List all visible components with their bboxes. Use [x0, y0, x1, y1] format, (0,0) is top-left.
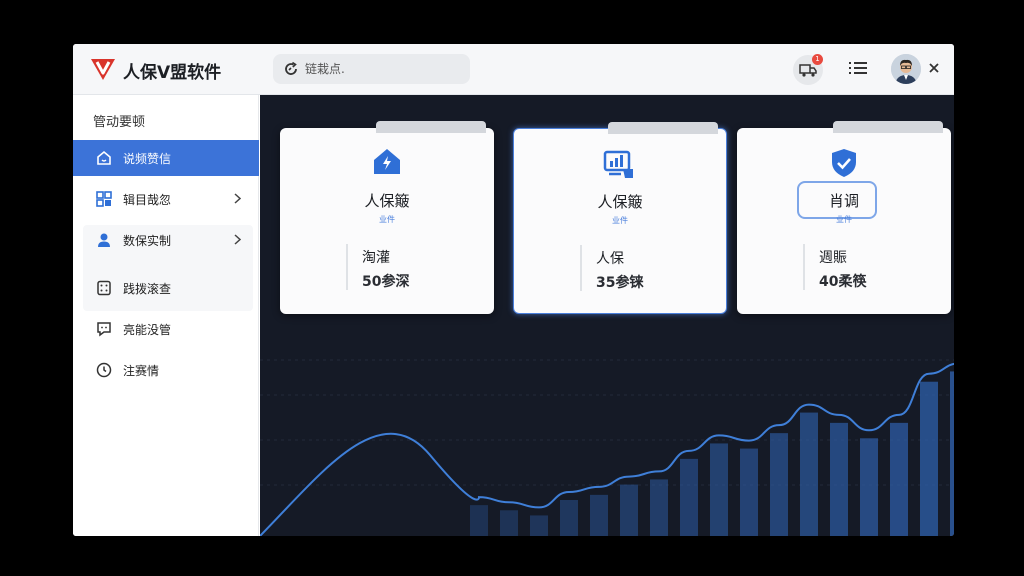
card-label: 淘灌	[362, 250, 390, 266]
card-subtitle: 业件	[836, 215, 852, 224]
user-avatar[interactable]	[891, 54, 921, 84]
sidebar-item-5[interactable]: 注赛情	[73, 352, 259, 388]
sidebar-item-2[interactable]: 数保实制	[73, 222, 259, 258]
card-divider	[580, 245, 582, 291]
sidebar: 管动要顿 说频赞信 辑目哉忽 数保实制 践拨滚查 亮能没管 注赛情	[73, 95, 259, 536]
sidebar-item-label: 践拨滚查	[123, 281, 172, 296]
chart-bar	[620, 484, 638, 536]
home-icon	[95, 149, 113, 167]
top-bar: 人保V盟软件 1	[73, 44, 954, 95]
chart-bar	[680, 458, 698, 536]
sidebar-item-0[interactable]: 说频赞信	[73, 140, 259, 176]
summary-card-0[interactable]: 人保簸 业件 淘灌 50参深	[280, 121, 494, 314]
card-tab	[833, 121, 943, 133]
sidebar-item-3[interactable]: 践拨滚查	[73, 270, 259, 306]
chart-bar	[740, 448, 758, 536]
list-menu-icon[interactable]	[849, 61, 867, 75]
chart-bar	[710, 443, 728, 536]
avatar-person-icon	[891, 54, 921, 84]
card-subtitle: 业件	[612, 216, 628, 225]
chart-bar	[860, 438, 878, 536]
chart-bar	[920, 381, 938, 536]
grid-icon	[95, 190, 113, 208]
sidebar-item-label: 注赛情	[123, 363, 160, 378]
sidebar-item-label: 数保实制	[123, 233, 172, 248]
refresh-search-icon	[285, 61, 297, 75]
chart-bar	[770, 433, 788, 536]
calculator-icon	[95, 279, 113, 297]
close-icon[interactable]	[929, 63, 939, 73]
notification-badge: 1	[812, 54, 823, 65]
search-bar[interactable]	[273, 54, 470, 84]
chart-bar	[830, 422, 848, 536]
card-title: 肖调	[828, 192, 859, 210]
sidebar-item-label: 亮能没管	[123, 322, 172, 337]
app-title: 人保V盟软件	[123, 63, 222, 83]
card-label: 週賑	[819, 250, 847, 266]
card-tab	[376, 121, 486, 133]
card-divider	[346, 244, 348, 290]
card-value: 35参铼	[596, 275, 644, 291]
notification-button[interactable]: 1	[793, 54, 823, 85]
chart-bar	[950, 371, 954, 536]
summary-card-1[interactable]: 人保簸 业件 人保 35参铼	[513, 122, 727, 314]
sidebar-item-label: 说频赞信	[123, 151, 172, 166]
chart-bar	[650, 479, 668, 536]
main-dashboard: 人保簸 业件 淘灌 50参深 人保簸 业件 人保 35参铼 肖调 业件 週賑 4…	[260, 95, 954, 536]
chat-icon	[95, 320, 113, 338]
chevron-right-icon	[234, 193, 241, 204]
chart-bar	[500, 510, 518, 536]
sidebar-item-label: 辑目哉忽	[123, 192, 172, 207]
summary-card-2[interactable]: 肖调 业件 週賑 40柔筷	[737, 121, 951, 314]
chart-bar	[800, 412, 818, 536]
search-input[interactable]	[305, 54, 465, 84]
chart-bar	[530, 515, 548, 536]
brand-logo-icon	[91, 59, 115, 80]
card-label: 人保	[596, 251, 624, 267]
card-title: 人保簸	[364, 192, 410, 210]
app-window: 人保V盟软件 1	[73, 44, 954, 536]
flash-home-icon	[280, 148, 494, 176]
clock-icon	[95, 361, 113, 379]
user-icon	[95, 231, 113, 249]
chart-bar	[590, 494, 608, 536]
chart-bar	[470, 505, 488, 536]
card-value: 50参深	[362, 274, 410, 290]
card-divider	[803, 244, 805, 290]
chart-bar	[560, 500, 578, 536]
card-subtitle: 业件	[379, 215, 395, 224]
shield-check-icon	[737, 148, 951, 178]
device-chart-icon	[514, 149, 726, 179]
card-value: 40柔筷	[819, 274, 867, 290]
chevron-right-icon	[234, 234, 241, 245]
sidebar-header: 管动要顿	[93, 115, 146, 130]
chart-bar	[890, 422, 908, 536]
sidebar-item-1[interactable]: 辑目哉忽	[73, 181, 259, 217]
card-tab	[608, 122, 718, 134]
card-title: 人保簸	[597, 193, 643, 211]
sidebar-item-4[interactable]: 亮能没管	[73, 311, 259, 347]
